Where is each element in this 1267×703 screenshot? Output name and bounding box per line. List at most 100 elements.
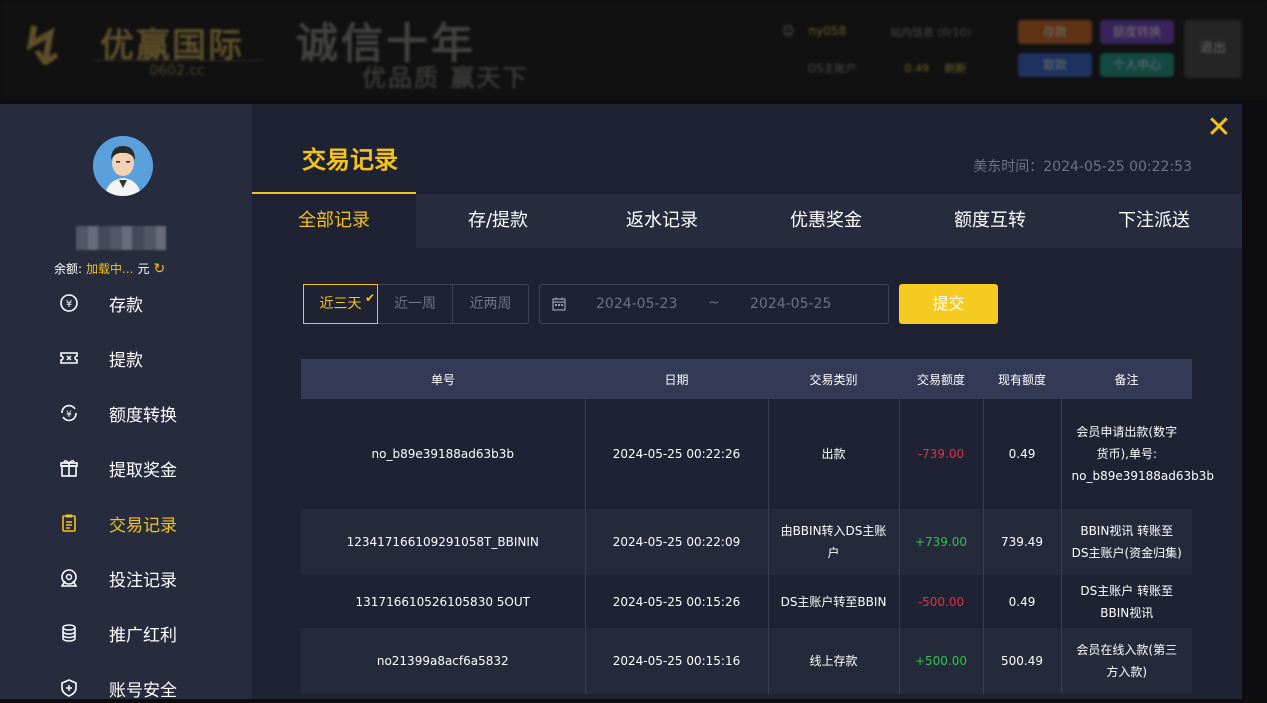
header-personal-button[interactable]: 个人中心 (1100, 53, 1174, 77)
table-row: 131716610526105830 5OUT 2024-05-25 00:15… (301, 575, 1192, 628)
yuan-circle-icon: ¥ (58, 292, 80, 314)
record-tabs: 全部记录 存/提款 返水记录 优惠奖金 额度互转 下注派送 (252, 194, 1242, 248)
date-picker[interactable]: 2024-05-23 ~ 2024-05-25 (539, 284, 889, 324)
cell-id: 123417166109291058T_BBININ (301, 509, 586, 575)
table-row: no21399a8acf6a5832 2024-05-25 00:15:16 线… (301, 628, 1192, 694)
active-tab-indicator (252, 192, 416, 194)
tab-rebate[interactable]: 返水记录 (580, 194, 744, 248)
cell-balance: 0.49 (983, 575, 1062, 628)
refresh-icon[interactable]: ↻ (154, 261, 166, 277)
close-icon[interactable]: ✕ (1204, 110, 1234, 145)
username-blurred (76, 226, 166, 250)
svg-text:¥: ¥ (66, 299, 72, 310)
cell-note: 会员申请出款(数字货币),单号: no_b89e39188ad63b3b (1061, 399, 1214, 509)
header-messages[interactable]: 站内信息 (0/10) (890, 24, 971, 40)
cell-balance: 500.49 (983, 628, 1062, 694)
coins-icon (58, 622, 80, 644)
slogan-bottom: 优品质 赢天下 (362, 63, 529, 92)
eastern-time: 美东时间：2024-05-25 00:22:53 (973, 156, 1192, 176)
tab-deposit-withdraw[interactable]: 存/提款 (416, 194, 580, 248)
sidebar-item-label: 提款 (109, 350, 143, 371)
cell-date: 2024-05-25 00:15:26 (585, 575, 769, 628)
user-icon: ☺ (782, 24, 795, 38)
time-label: 美东时间： (973, 159, 1044, 175)
bet-icon (58, 567, 80, 589)
cell-date: 2024-05-25 00:22:09 (585, 509, 769, 575)
svg-text:¥: ¥ (66, 410, 72, 420)
clipboard-icon (58, 512, 80, 534)
sidebar-item-label: 投注记录 (109, 570, 177, 591)
main-account-value: 0.49 (904, 62, 929, 75)
balance-value: 加载中... (86, 262, 134, 276)
sidebar-item-bonus[interactable]: 提取奖金 (58, 453, 238, 483)
sidebar-item-label: 存款 (109, 295, 143, 316)
range-3-days-button[interactable]: 近三天 ✔ (303, 284, 378, 324)
range-2-weeks-button[interactable]: 近两周 (453, 285, 528, 323)
date-range-selector: 近三天 ✔ 近一周 近两周 (303, 284, 529, 324)
cell-id: 131716610526105830 5OUT (301, 575, 586, 628)
tab-bet-payout[interactable]: 下注派送 (1072, 194, 1236, 248)
header-logout-button[interactable]: 退出 (1184, 20, 1242, 78)
sidebar-item-label: 额度转换 (109, 405, 177, 426)
range-label: 近三天 (319, 296, 362, 312)
exchange-icon: ¥ (58, 402, 80, 424)
account-modal: 余额: 加载中... 元 ↻ ¥ 存款 提款 ¥ 额度转换 提取奖金 交易记录 投注记… (0, 104, 1242, 701)
header-refresh[interactable]: 刷新 (944, 62, 966, 75)
balance-display: 余额: 加载中... 元 ↻ (54, 260, 165, 277)
cell-type: 线上存款 (768, 628, 900, 694)
header-deposit-button[interactable]: 存款 (1018, 20, 1092, 44)
cell-date: 2024-05-25 00:22:26 (585, 399, 769, 509)
header-transfer-button[interactable]: 额度转换 (1100, 20, 1174, 44)
table-row: no_b89e39188ad63b3b 2024-05-25 00:22:26 … (301, 399, 1214, 509)
transaction-table: 单号 日期 交易类别 交易额度 现有额度 备注 no_b89e39188ad63… (301, 359, 1214, 694)
col-header-date: 日期 (585, 359, 768, 399)
site-header: ↯ 优赢国际 0602.cc 诚信十年 优品质 赢天下 ☺ ny058 站内信息 … (0, 0, 1267, 100)
cell-balance: 739.49 (983, 509, 1062, 575)
cell-type: DS主账户转至BBIN (768, 575, 900, 628)
date-separator: ~ (708, 295, 720, 311)
tab-all[interactable]: 全部记录 (252, 194, 416, 248)
cell-date: 2024-05-25 00:15:16 (585, 628, 769, 694)
main-account-label: DS主账户 (808, 62, 857, 75)
gift-icon (58, 457, 80, 479)
header-user[interactable]: ☺ ny058 (782, 24, 846, 38)
cell-balance: 0.49 (983, 399, 1062, 509)
end-date-input[interactable]: 2024-05-25 (750, 296, 831, 312)
cell-amount: +500.00 (899, 628, 984, 694)
sidebar-item-deposit[interactable]: ¥ 存款 (58, 288, 238, 318)
calendar-icon (552, 297, 566, 315)
sidebar-item-withdraw[interactable]: 提款 (58, 343, 238, 373)
ticket-icon (58, 347, 80, 369)
col-header-id: 单号 (301, 359, 585, 399)
cell-amount: +739.00 (899, 509, 984, 575)
col-header-balance: 现有额度 (983, 359, 1061, 399)
tab-transfer[interactable]: 额度互转 (908, 194, 1072, 248)
logo-domain: 0602.cc (92, 60, 262, 79)
col-header-note: 备注 (1061, 359, 1192, 399)
sidebar-item-transfer[interactable]: ¥ 额度转换 (58, 398, 238, 428)
tab-promotion[interactable]: 优惠奖金 (744, 194, 908, 248)
header-withdraw-button[interactable]: 取款 (1018, 53, 1092, 77)
main-content: 交易记录 美东时间：2024-05-25 00:22:53 ✕ 全部记录 存/提… (252, 104, 1242, 699)
range-1-week-button[interactable]: 近一周 (378, 285, 453, 323)
cell-id: no21399a8acf6a5832 (301, 628, 586, 694)
shield-icon (58, 677, 80, 699)
submit-button[interactable]: 提交 (899, 284, 998, 324)
sidebar-item-label: 提取奖金 (109, 460, 177, 481)
col-header-amount: 交易额度 (899, 359, 983, 399)
table-header-row: 单号 日期 交易类别 交易额度 现有额度 备注 (301, 359, 1192, 399)
cell-type: 出款 (768, 399, 900, 509)
sidebar-item-label: 交易记录 (109, 515, 177, 536)
sidebar-item-promotion[interactable]: 推广红利 (58, 618, 238, 648)
cell-type: 由BBIN转入DS主账户 (768, 509, 900, 575)
cell-amount: -739.00 (899, 399, 984, 509)
sidebar-item-label: 推广红利 (109, 625, 177, 646)
col-header-type: 交易类别 (768, 359, 899, 399)
sidebar-item-bets[interactable]: 投注记录 (58, 563, 238, 593)
time-value: 2024-05-25 00:22:53 (1043, 159, 1192, 175)
start-date-input[interactable]: 2024-05-23 (596, 296, 677, 312)
sidebar-item-transactions[interactable]: 交易记录 (58, 508, 238, 538)
header-balance: DS主账户 0.49 刷新 (808, 60, 966, 76)
cell-id: no_b89e39188ad63b3b (301, 399, 586, 509)
balance-unit: 元 (137, 262, 150, 276)
